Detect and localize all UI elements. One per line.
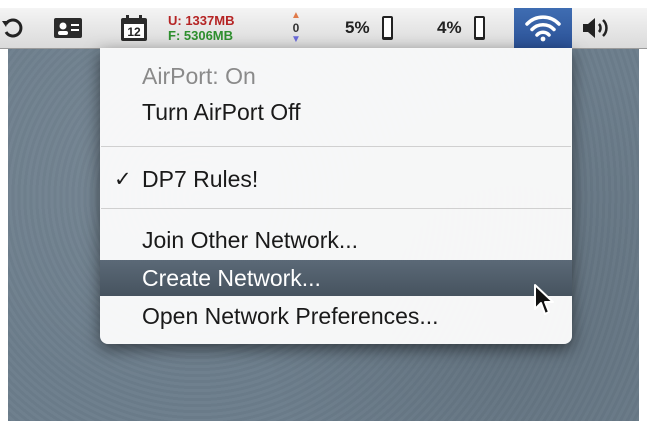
contact-card-icon[interactable]	[53, 8, 85, 48]
cpu-meter-2[interactable]: 4%	[437, 8, 507, 48]
calendar-icon[interactable]: 12	[120, 8, 148, 48]
airport-status: AirPort: On	[142, 62, 256, 89]
network-count: 0	[292, 21, 300, 35]
create-network-item[interactable]: Create Network...	[100, 260, 572, 296]
network-name: DP7 Rules!	[142, 165, 259, 192]
join-other-network-item[interactable]: Join Other Network...	[100, 222, 572, 258]
mouse-cursor-icon	[533, 283, 555, 322]
open-network-preferences-item[interactable]: Open Network Preferences...	[100, 298, 572, 334]
cpu-2-bar	[473, 16, 485, 40]
memory-readout[interactable]: U: 1337MB F: 5306MB	[168, 8, 273, 48]
menu-separator	[101, 146, 571, 147]
calendar-day: 12	[127, 25, 141, 39]
network-item-dp7-rules[interactable]: ✓ DP7 Rules!	[100, 161, 572, 197]
memory-used-text: U: 1337MB	[168, 13, 235, 28]
menu-separator	[101, 208, 571, 209]
down-arrow-icon: ▼	[291, 34, 301, 45]
cpu-1-bar	[381, 16, 393, 40]
cpu-2-percent: 4%	[437, 18, 462, 37]
turn-airport-off-item[interactable]: Turn AirPort Off	[100, 94, 572, 130]
menu-bar: 12 U: 1337MB F: 5306MB ▲ 0 ▼ 5% 4%	[0, 8, 647, 49]
wifi-icon[interactable]	[514, 8, 572, 48]
cpu-1-percent: 5%	[345, 18, 370, 37]
memory-free-text: F: 5306MB	[168, 28, 234, 43]
up-arrow-icon: ▲	[291, 10, 301, 21]
checkmark-icon: ✓	[114, 167, 132, 191]
cpu-meter-1[interactable]: 5%	[345, 8, 415, 48]
volume-icon[interactable]	[580, 8, 620, 48]
airport-menu: AirPort: On Turn AirPort Off ✓ DP7 Rules…	[100, 48, 572, 344]
network-activity-indicator[interactable]: ▲ 0 ▼	[283, 8, 309, 48]
sync-icon[interactable]	[0, 8, 30, 48]
